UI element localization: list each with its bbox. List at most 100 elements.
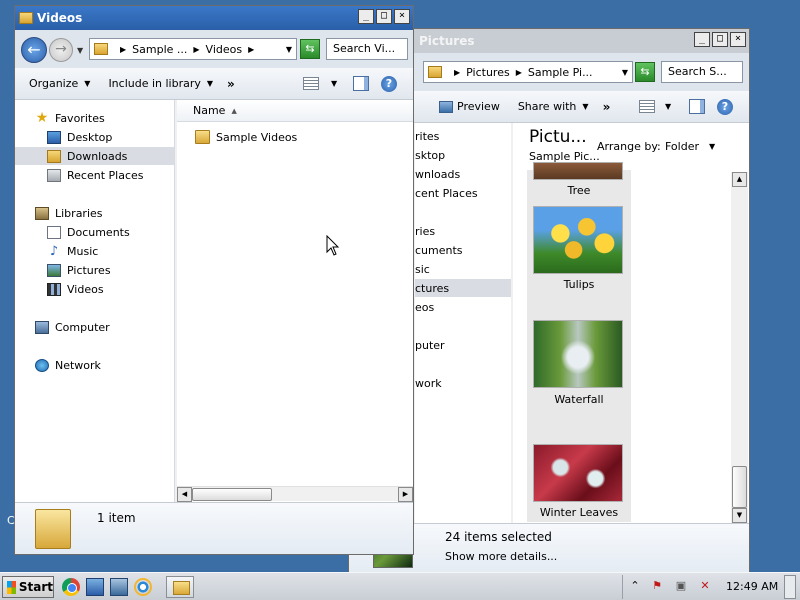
network-status-icon[interactable]: ▣ [674, 579, 688, 593]
chrome-icon[interactable] [62, 578, 80, 596]
sidebar-item-favorites[interactable]: rites [415, 130, 439, 143]
thumbnail-tree[interactable]: Tree [527, 162, 631, 198]
scroll-right-button[interactable]: ▶ [398, 487, 413, 502]
chevron-right-icon: ▶ [248, 44, 255, 54]
maximize-button[interactable]: □ [712, 32, 728, 47]
sidebar-item-label: Computer [55, 320, 110, 334]
organize-button[interactable]: Organize ▼ [29, 77, 90, 90]
address-segment-videos[interactable]: Videos [206, 43, 243, 56]
sidebar-item-desktop[interactable]: Desktop [15, 128, 174, 146]
arrange-by-dropdown[interactable]: Folder ▼ [665, 140, 715, 153]
close-button[interactable]: × [730, 32, 746, 47]
system-clock[interactable]: 12:49 AM [726, 580, 778, 593]
scroll-up-button[interactable]: ▲ [732, 172, 747, 187]
sidebar-item-label: ctures [415, 282, 450, 295]
share-with-button[interactable]: Share with ▼ [518, 100, 589, 113]
videos-window[interactable]: Videos _ □ × ← → ▼ ▶ Sample ... ▶ Videos… [14, 5, 414, 555]
minimize-button[interactable]: _ [694, 32, 710, 47]
chevron-down-icon[interactable]: ▼ [665, 102, 671, 111]
sidebar-item-recent-places[interactable]: cent Places [415, 187, 478, 200]
thumbnail-waterfall[interactable]: Waterfall [527, 316, 631, 428]
maximize-button[interactable]: □ [376, 9, 392, 24]
preview-button[interactable]: Preview [439, 100, 500, 113]
forward-arrow-icon[interactable]: → [49, 38, 73, 62]
chevron-down-icon[interactable]: ▼ [331, 79, 337, 88]
column-header-name[interactable]: Name ▲ [177, 100, 413, 122]
sidebar-item-pictures[interactable]: Pictures [15, 261, 174, 279]
more-commands-button[interactable]: » [227, 77, 235, 91]
show-desktop-button[interactable] [784, 575, 796, 599]
sidebar-item-network[interactable]: work [415, 377, 442, 390]
sidebar-item-desktop[interactable]: sktop [415, 149, 445, 162]
scroll-thumb[interactable] [732, 466, 747, 508]
sidebar-item-libraries[interactable]: ries [415, 225, 435, 238]
documents-icon [47, 225, 61, 239]
mouse-cursor-icon [326, 235, 340, 256]
change-view-icon[interactable] [639, 100, 655, 113]
videos-address-bar[interactable]: ▶ Sample ... ▶ Videos ▶ ▼ [89, 38, 297, 60]
sidebar-item-downloads[interactable]: Downloads [15, 147, 174, 165]
windows-explorer-task-button[interactable] [166, 576, 194, 598]
videos-titlebar[interactable]: Videos _ □ × [15, 6, 413, 30]
address-segment-sample-pictures[interactable]: Sample Pi... [528, 66, 593, 79]
help-icon[interactable]: ? [717, 99, 733, 115]
scroll-down-button[interactable]: ▼ [732, 508, 747, 523]
start-button[interactable]: Start [2, 576, 54, 598]
sidebar-item-music[interactable]: ♪ Music [15, 242, 174, 260]
videos-search-input[interactable]: Search Vi... [326, 38, 408, 60]
show-more-details-link[interactable]: Show more details... [445, 550, 557, 563]
libraries-icon [35, 206, 49, 220]
scroll-thumb[interactable] [192, 488, 272, 501]
sidebar-item-music[interactable]: sic [415, 263, 430, 276]
sidebar-item-recent-places[interactable]: Recent Places [15, 166, 174, 184]
list-item[interactable]: Sample Videos [195, 130, 297, 144]
downloads-folder-icon [47, 149, 61, 163]
network-connections-icon[interactable] [110, 578, 128, 596]
folder-icon [19, 12, 33, 24]
change-view-icon[interactable] [303, 77, 319, 90]
sidebar-item-libraries[interactable]: Libraries [15, 204, 174, 222]
minimize-button[interactable]: _ [358, 9, 374, 24]
sidebar-item-pictures[interactable]: ctures [415, 279, 511, 297]
internet-explorer-icon[interactable] [134, 578, 152, 596]
sort-ascending-icon: ▲ [231, 106, 237, 115]
remote-desktop-icon[interactable] [86, 578, 104, 596]
show-hidden-icons-icon[interactable]: ⌃ [628, 579, 642, 593]
sidebar-item-documents[interactable]: Documents [15, 223, 174, 241]
more-commands-button[interactable]: » [603, 100, 611, 114]
sidebar-item-computer[interactable]: puter [415, 339, 445, 352]
sidebar-item-label: Favorites [55, 111, 105, 125]
pictures-address-bar[interactable]: ▶ Pictures ▶ Sample Pi... ▼ [423, 61, 633, 83]
folder-icon [195, 130, 210, 144]
chevron-down-icon[interactable]: ▼ [286, 45, 292, 54]
scroll-left-button[interactable]: ◀ [177, 487, 192, 502]
thumbnail-winter-leaves[interactable]: Winter Leaves [527, 440, 631, 522]
horizontal-scrollbar[interactable]: ◀ ▶ [177, 486, 413, 502]
close-button[interactable]: × [394, 9, 410, 24]
videos-file-list: Name ▲ Sample Videos ◀ ▶ [177, 100, 413, 504]
sidebar-item-network[interactable]: Network [15, 356, 174, 374]
column-header-label: Name [193, 104, 226, 117]
pictures-vertical-scrollbar[interactable]: ▲ ▼ [731, 172, 748, 524]
sidebar-item-documents[interactable]: cuments [415, 244, 463, 257]
refresh-button[interactable]: ⇆ [635, 62, 655, 82]
address-segment-sample[interactable]: Sample ... [132, 43, 187, 56]
action-center-warning-icon[interactable]: ⚑ [650, 579, 664, 593]
include-in-library-button[interactable]: Include in library ▼ [108, 77, 213, 90]
help-icon[interactable]: ? [381, 76, 397, 92]
address-segment-pictures[interactable]: Pictures [466, 66, 510, 79]
thumbnail-tulips[interactable]: Tulips [527, 202, 631, 314]
sidebar-item-downloads[interactable]: wnloads [415, 168, 460, 181]
preview-pane-icon[interactable] [689, 99, 705, 114]
chevron-down-icon[interactable]: ▼ [622, 68, 628, 77]
back-arrow-icon[interactable]: ← [21, 37, 47, 63]
volume-muted-icon[interactable]: ✕ [698, 579, 712, 593]
sidebar-item-computer[interactable]: Computer [15, 318, 174, 336]
sidebar-item-favorites[interactable]: ★ Favorites [15, 109, 174, 127]
preview-pane-icon[interactable] [353, 76, 369, 91]
pictures-search-input[interactable]: Search S... [661, 61, 743, 83]
refresh-button[interactable]: ⇆ [300, 39, 320, 59]
sidebar-item-videos[interactable]: Videos [15, 280, 174, 298]
sidebar-item-videos[interactable]: eos [415, 301, 434, 314]
recent-pages-dropdown-icon[interactable]: ▼ [77, 46, 83, 55]
